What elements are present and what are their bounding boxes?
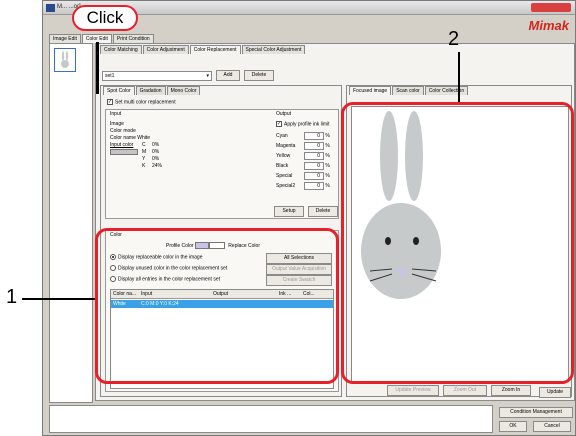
apply-profile-row[interactable]: ✓ Apply profile ink limit bbox=[276, 121, 330, 127]
tab-mono-color[interactable]: Mono Color bbox=[166, 86, 201, 95]
label-1-line bbox=[22, 298, 96, 300]
ink-row-special: Special 0 % bbox=[276, 171, 330, 180]
input-color-swatch bbox=[110, 149, 138, 155]
thumbnail-strip bbox=[49, 43, 93, 403]
input-output-box: Input Image Color mode Color name White … bbox=[105, 109, 339, 219]
ink-cyan-input[interactable]: 0 bbox=[304, 131, 324, 140]
brand-logo: Mimak bbox=[528, 18, 569, 33]
delete-output-button[interactable]: Delete bbox=[308, 206, 338, 217]
tab-color-matching[interactable]: Color Matching bbox=[100, 45, 142, 54]
click-callout: Click bbox=[72, 5, 138, 31]
click-pointer-line bbox=[96, 42, 99, 94]
tab-color-adjustment[interactable]: Color Adjustment bbox=[142, 45, 189, 54]
delete-set-button[interactable]: Delete bbox=[244, 70, 274, 81]
window-controls[interactable] bbox=[531, 3, 571, 12]
label-1: 1 bbox=[6, 286, 18, 308]
channel-m: M 0% bbox=[142, 149, 160, 155]
output-title: Output bbox=[276, 111, 292, 117]
apply-profile-checkbox[interactable]: ✓ bbox=[276, 121, 282, 127]
ink-row-magenta: Magenta 0 % bbox=[276, 141, 330, 150]
sub-tabs: Color Matching Color Adjustment Color Re… bbox=[100, 45, 306, 54]
chevron-down-icon: ▾ bbox=[206, 73, 209, 79]
cmyk-values: C 0% M 0% Y 0% K 24% bbox=[142, 142, 162, 170]
rabbit-thumb-icon bbox=[61, 51, 69, 68]
tab-spot-color[interactable]: Spot Color bbox=[103, 86, 135, 95]
inner-tabs: Spot Color Gradation Mono Color bbox=[103, 86, 201, 95]
multi-color-row[interactable]: ✓ Set multi color replacement bbox=[107, 99, 176, 105]
ink-row-yellow: Yellow 0 % bbox=[276, 151, 330, 160]
tab-image-edit[interactable]: Image Edit bbox=[49, 34, 81, 43]
update-preview-button[interactable]: Update Preview bbox=[387, 385, 439, 396]
setup-button[interactable]: Setup bbox=[274, 206, 304, 217]
tab-focused-image[interactable]: Focused image bbox=[349, 86, 392, 95]
tab-scan-color[interactable]: Scan color bbox=[392, 86, 424, 95]
ok-button[interactable]: OK bbox=[499, 421, 527, 432]
color-mode-label: Color mode bbox=[110, 128, 136, 134]
tab-color-collection[interactable]: Color Collection bbox=[424, 86, 469, 95]
channel-k: K 24% bbox=[142, 163, 163, 169]
top-tabs: Image Edit Color Edit Print Condition bbox=[49, 34, 155, 43]
color-name: Color name White bbox=[110, 135, 151, 141]
multi-color-label: Set multi color replacement bbox=[115, 99, 176, 106]
preview-tabs: Focused image Scan color Color Collectio… bbox=[349, 86, 469, 95]
tab-gradation[interactable]: Gradation bbox=[135, 86, 166, 95]
set-select[interactable]: set1 ▾ bbox=[102, 71, 212, 81]
label-2: 2 bbox=[448, 28, 460, 50]
tab-print-condition[interactable]: Print Condition bbox=[112, 34, 154, 43]
condition-management-button[interactable]: Condition Management bbox=[499, 407, 573, 418]
apply-profile-label: Apply profile ink limit bbox=[284, 121, 330, 128]
callout-box-2 bbox=[341, 102, 574, 384]
multi-color-checkbox[interactable]: ✓ bbox=[107, 99, 113, 105]
channel-c: C 0% bbox=[142, 142, 160, 148]
zoom-in-button[interactable]: Zoom In bbox=[491, 385, 531, 396]
ink-row-black: Black 0 % bbox=[276, 161, 330, 170]
input-color-label: Input color bbox=[110, 142, 134, 148]
input-title: Input bbox=[110, 111, 122, 117]
app-icon bbox=[46, 4, 55, 12]
channel-y: Y 0% bbox=[142, 156, 160, 162]
ink-special2-input[interactable]: 0 bbox=[304, 181, 324, 190]
ink-row-cyan: Cyan 0 % bbox=[276, 131, 330, 140]
ink-black-input[interactable]: 0 bbox=[304, 161, 324, 170]
label-2-line bbox=[458, 52, 460, 104]
cancel-button[interactable]: Cancel bbox=[533, 421, 571, 432]
thumbnail[interactable] bbox=[54, 48, 76, 72]
ink-special-input[interactable]: 0 bbox=[304, 171, 324, 180]
ink-magenta-input[interactable]: 0 bbox=[304, 141, 324, 150]
ink-list: Cyan 0 % Magenta 0 % Yellow 0 % Black 0 % Sp… bbox=[276, 131, 330, 191]
update-button[interactable]: Update bbox=[539, 387, 571, 398]
zoom-out-button[interactable]: Zoom Out bbox=[443, 385, 487, 396]
set-name: set1 bbox=[105, 73, 115, 79]
tab-special-color-adjustment[interactable]: Special Color Adjustment bbox=[241, 45, 306, 54]
message-area bbox=[49, 405, 493, 433]
image-label: Image bbox=[110, 121, 124, 127]
ink-yellow-input[interactable]: 0 bbox=[304, 151, 324, 160]
add-button[interactable]: Add bbox=[216, 70, 240, 81]
tab-color-replacement[interactable]: Color Replacement bbox=[189, 45, 241, 54]
ink-row-special2: Special2 0 % bbox=[276, 181, 330, 190]
callout-box-1 bbox=[95, 228, 339, 384]
